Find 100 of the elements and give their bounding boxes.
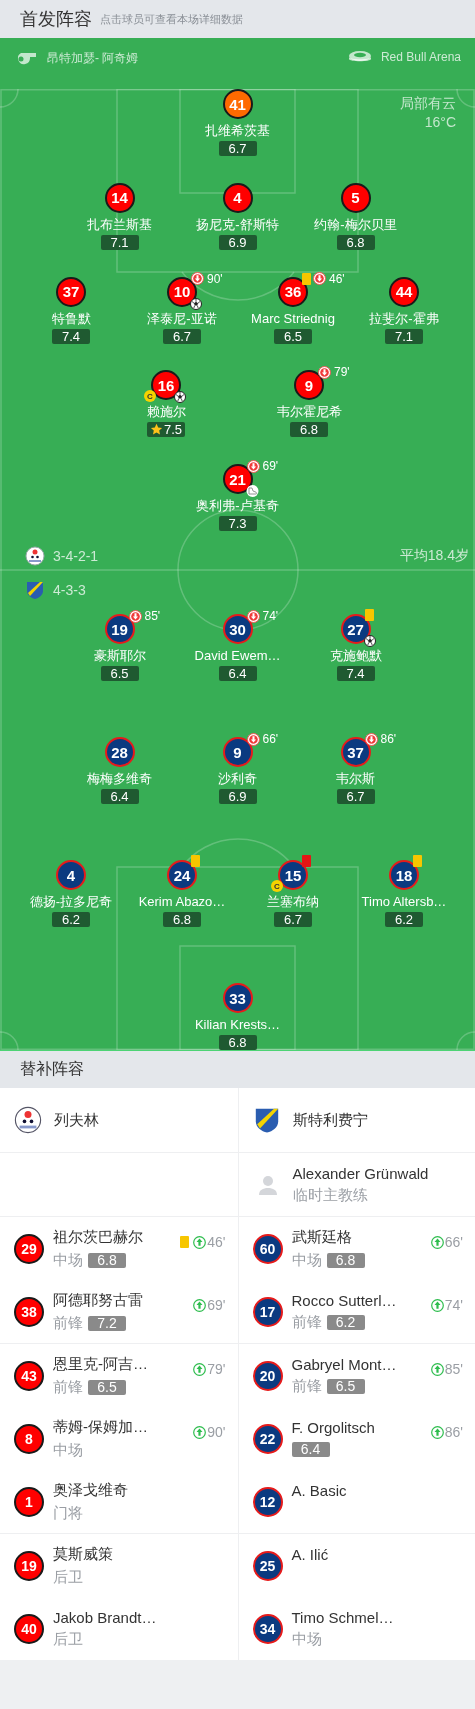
player-name: 克施鲍默 (329, 648, 382, 664)
club-crest-icon (25, 545, 45, 566)
jersey-number[interactable]: 19 (14, 1550, 44, 1581)
player-position: 中场 (291, 1250, 322, 1270)
section-title: 首发阵容 (20, 8, 92, 31)
formation: 3-4-2-1 (53, 547, 99, 564)
jersey-number[interactable]: 20 (252, 1360, 283, 1391)
jersey-number[interactable]: 60 (252, 1233, 283, 1264)
star-icon (149, 423, 163, 437)
player-name: 祖尔茨巴赫尔 (53, 1227, 143, 1247)
stadium-name: Red Bull Arena (380, 50, 461, 64)
player-name: 恩里克-阿吉… (53, 1354, 148, 1374)
jersey-number[interactable]: 5 (340, 182, 371, 213)
jersey-number[interactable]: 37 (56, 276, 86, 307)
jersey-number[interactable]: 4 (56, 860, 86, 890)
stadium-icon (347, 50, 372, 64)
referee-name: 昂特加瑟- 阿奇姆 (47, 50, 139, 67)
jersey-number[interactable]: 4 (222, 182, 253, 213)
jersey-number[interactable]: 28 (104, 737, 135, 767)
rating-value: 6.7 (172, 328, 192, 344)
jersey-number[interactable]: 9 (222, 737, 253, 767)
club-crest-icon (25, 579, 45, 600)
substitution-minute: 74' (444, 1297, 463, 1313)
jersey-number[interactable]: 9 (294, 370, 324, 401)
boot-icon (245, 485, 259, 497)
jersey-number[interactable]: 22 (252, 1423, 283, 1454)
jersey-number[interactable]: 18 (389, 860, 419, 890)
club-crest-icon (14, 1106, 42, 1134)
jersey-number[interactable]: 27 (340, 614, 371, 644)
jersey-number[interactable]: 1 (14, 1486, 44, 1517)
player-position: 中场 (291, 1629, 322, 1649)
jersey-number[interactable]: 12 (252, 1486, 283, 1517)
player-name: 扎布兰斯基 (87, 216, 152, 233)
temperature: 16°C (424, 113, 456, 132)
coach-role: 临时主教练 (292, 1185, 369, 1205)
jersey-number[interactable]: 33 (222, 983, 253, 1013)
rating-value: 6.7 (346, 789, 365, 804)
player-position: 中场 (53, 1440, 83, 1460)
down-arrow-icon (246, 459, 260, 473)
substitution-minute: 86' (444, 1424, 463, 1440)
jersey-number[interactable]: 34 (252, 1613, 283, 1644)
rating-value: 6.2 (61, 912, 81, 927)
player-name: Kilian Krests… (194, 1017, 281, 1033)
down-arrow-icon (313, 272, 326, 285)
rating-value: 6.8 (228, 1035, 247, 1050)
player-position: 后卫 (53, 1629, 83, 1649)
rating-value: 6.2 (394, 912, 414, 927)
down-arrow-icon (191, 272, 204, 285)
jersey-number[interactable]: 25 (252, 1550, 283, 1581)
player-name: Gabryel Mont… (291, 1355, 397, 1373)
ball-icon (174, 391, 186, 404)
player-position: 中场 (53, 1250, 83, 1270)
jersey-number[interactable]: 24 (167, 860, 197, 890)
substitution-minute: 66' (262, 732, 279, 746)
player-name: 豪斯耶尔 (93, 648, 146, 664)
player-name: 扎维希茨基 (205, 123, 270, 139)
card-icon (413, 855, 422, 867)
jersey-number[interactable]: 19 (104, 614, 135, 644)
rating-value: 6.9 (228, 234, 247, 250)
jersey-number[interactable]: 8 (14, 1423, 44, 1454)
substitution-minute: 90' (207, 271, 223, 286)
player-name: 拉斐尔-霍弗 (369, 310, 439, 327)
jersey-number[interactable]: 10 (167, 276, 197, 307)
jersey-number[interactable]: 21 (222, 464, 253, 494)
substitution-minute: 79' (207, 1361, 226, 1377)
rating-badge: 6.4 (291, 1441, 330, 1457)
rating-value: 6.7 (228, 141, 247, 156)
rating-value: 6.8 (172, 912, 192, 927)
substitution-minute: 69' (262, 459, 279, 473)
jersey-number[interactable]: 17 (252, 1296, 283, 1327)
rating-value: 7.4 (61, 328, 81, 344)
player-name: Timo Altersb… (361, 894, 447, 910)
rating-value: 7.1 (110, 234, 129, 250)
card-icon (364, 609, 374, 621)
average-age: 平均18.4岁 (399, 546, 469, 565)
rating-value: 6.5 (110, 666, 129, 681)
jersey-number[interactable]: 38 (14, 1296, 44, 1327)
card-icon (302, 272, 311, 285)
rating-value: 7.5 (163, 422, 183, 438)
player-name: 蒂姆-保姆加… (53, 1417, 148, 1437)
jersey-number[interactable]: 40 (14, 1613, 44, 1644)
player-name: 奥利弗-卢基奇 (196, 498, 279, 514)
substitution-minute: 85' (444, 1361, 463, 1377)
player-name: Timo Schmel… (291, 1608, 394, 1626)
down-arrow-icon (128, 609, 142, 623)
player-name: 奥泽戈维奇 (53, 1480, 128, 1500)
substitution-minute: 66' (444, 1234, 463, 1250)
player-name: Marc Striednig (251, 310, 335, 327)
captain-badge: C (144, 390, 156, 403)
substitution-minute: 85' (144, 609, 161, 623)
substitution-minute: 46' (329, 271, 345, 286)
jersey-number[interactable]: 43 (14, 1360, 44, 1391)
jersey-number[interactable]: 37 (340, 737, 371, 767)
jersey-number[interactable]: 29 (14, 1233, 44, 1264)
substitution-minute: 74' (262, 609, 279, 623)
jersey-number[interactable]: 14 (104, 182, 135, 213)
jersey-number[interactable]: 30 (222, 614, 253, 644)
substitution-minute: 69' (207, 1297, 226, 1313)
jersey-number[interactable]: 36 (278, 276, 308, 307)
jersey-number[interactable]: 44 (389, 276, 419, 307)
